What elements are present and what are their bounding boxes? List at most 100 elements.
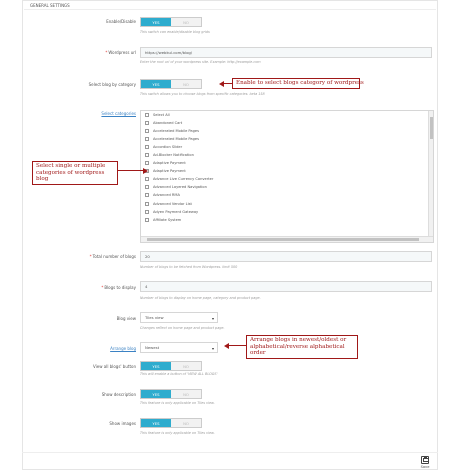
category-label: Adaptive Payment bbox=[153, 161, 186, 166]
category-item[interactable]: Select All bbox=[141, 111, 433, 119]
category-item[interactable]: Adyen Payment Gateway bbox=[141, 208, 433, 216]
callout-select-arrowhead bbox=[143, 167, 148, 174]
blog-view-label: Blog view bbox=[116, 316, 136, 321]
category-checkbox[interactable] bbox=[145, 193, 149, 198]
enable-toggle[interactable]: YES NO bbox=[140, 17, 202, 27]
select-by-cat-no[interactable]: NO bbox=[171, 80, 201, 88]
category-label: Accelerated Mobile Pages bbox=[153, 137, 199, 142]
blogs-display-label-text: Blogs to display bbox=[104, 285, 136, 290]
category-item[interactable]: Ad-Blocker Notification bbox=[141, 151, 433, 159]
show-images-label: Show images bbox=[109, 421, 136, 426]
category-label: Accordion Slider bbox=[153, 145, 183, 150]
enable-no[interactable]: NO bbox=[171, 18, 201, 26]
callout-select-categories: Select single or multiple categories of … bbox=[32, 161, 118, 185]
category-checkbox[interactable] bbox=[145, 217, 149, 222]
category-checkbox[interactable] bbox=[145, 113, 149, 118]
enable-yes[interactable]: YES bbox=[141, 18, 171, 26]
category-checkbox[interactable] bbox=[145, 145, 149, 150]
category-checkbox[interactable] bbox=[145, 185, 149, 190]
category-item[interactable]: Affiliate System bbox=[141, 216, 433, 224]
show-description-yes[interactable]: YES bbox=[141, 390, 171, 398]
callout-enable-arrow bbox=[223, 83, 232, 85]
blogs-display-help: Number of blogs to display on home page,… bbox=[140, 296, 261, 300]
blog-view-help: Changes reflect on home page and product… bbox=[140, 326, 225, 330]
save-button[interactable]: Save bbox=[416, 454, 434, 470]
total-blogs-input[interactable]: 20 bbox=[140, 251, 432, 262]
callout-arrange-arrow bbox=[228, 345, 246, 347]
save-label: Save bbox=[420, 464, 430, 469]
blogs-display-label: *Blogs to display bbox=[101, 285, 136, 290]
category-label: Advanced Vendor List bbox=[153, 201, 192, 206]
arrange-blog-select[interactable]: Newest ▾ bbox=[140, 342, 218, 353]
view-all-yes[interactable]: YES bbox=[141, 362, 171, 370]
total-blogs-label: *Total number of blogs bbox=[89, 254, 136, 259]
footer-divider bbox=[22, 452, 438, 453]
category-label: Advanced Layered Navigation bbox=[153, 185, 207, 190]
horizontal-scroll-thumb[interactable] bbox=[147, 238, 419, 241]
category-checkbox[interactable] bbox=[145, 201, 149, 206]
heading-divider bbox=[24, 9, 436, 10]
category-label: Adyen Payment Gateway bbox=[153, 209, 199, 214]
category-checkbox[interactable] bbox=[145, 137, 149, 142]
arrange-blog-caret-icon: ▾ bbox=[211, 346, 214, 351]
category-checkbox[interactable] bbox=[145, 129, 149, 134]
select-by-cat-label: Select blog by category bbox=[88, 82, 136, 87]
category-item[interactable]: Accordion Slider bbox=[141, 143, 433, 151]
show-description-toggle[interactable]: YES NO bbox=[140, 389, 202, 399]
wp-url-label: *Wordpress url bbox=[105, 50, 136, 55]
categories-items: Select All Abandoned Cart Accelerated Mobi… bbox=[141, 111, 433, 224]
view-all-no[interactable]: NO bbox=[171, 362, 201, 370]
select-by-cat-yes[interactable]: YES bbox=[141, 80, 171, 88]
total-blogs-help: Number of blogs to be fetched from Wordp… bbox=[140, 265, 238, 269]
category-label: Adaptive Payment bbox=[153, 169, 186, 174]
categories-horizontal-scrollbar[interactable] bbox=[141, 236, 433, 242]
category-label: Abandoned Cart bbox=[153, 121, 183, 126]
view-all-label: View all blogs' button bbox=[93, 364, 136, 369]
category-item[interactable]: Accelerated Mobile Pages bbox=[141, 127, 433, 135]
callout-select-arrow bbox=[118, 170, 144, 172]
category-item[interactable]: Abandoned Cart bbox=[141, 119, 433, 127]
category-label: Advance Live Currency Converter bbox=[153, 177, 214, 182]
category-checkbox[interactable] bbox=[145, 209, 149, 214]
save-icon bbox=[421, 455, 429, 464]
category-item[interactable]: Advanced Vendor List bbox=[141, 200, 433, 208]
wp-url-label-text: Wordpress url bbox=[108, 50, 136, 55]
total-blogs-label-text: Total number of blogs bbox=[92, 254, 136, 259]
category-item[interactable]: Advanced Layered Navigation bbox=[141, 183, 433, 191]
category-checkbox[interactable] bbox=[145, 177, 149, 182]
category-item[interactable]: Advanced RMA bbox=[141, 191, 433, 199]
panel-heading: GENERAL SETTINGS bbox=[30, 3, 70, 8]
blogs-display-input[interactable]: 4 bbox=[140, 281, 432, 292]
show-images-no[interactable]: NO bbox=[171, 419, 201, 427]
show-images-help: This feature is only applicable on Tiles… bbox=[140, 431, 215, 435]
wp-url-input[interactable]: https://webkul.com/blog/ bbox=[140, 47, 432, 58]
categories-list[interactable]: Select All Abandoned Cart Accelerated Mobi… bbox=[140, 110, 434, 243]
callout-arrange-blogs: Arrange blogs in newest/oldest or alphab… bbox=[246, 335, 358, 359]
blog-view-value: Tiles view bbox=[145, 315, 164, 320]
category-checkbox[interactable] bbox=[145, 153, 149, 158]
wp-url-help: Enter the root url of your wordpress sit… bbox=[140, 60, 261, 64]
enable-help: This switch can enable/disable blog grid… bbox=[140, 30, 210, 34]
category-label: Accelerated Mobile Pages bbox=[153, 129, 199, 134]
category-label: Affiliate System bbox=[153, 217, 182, 222]
show-images-yes[interactable]: YES bbox=[141, 419, 171, 427]
category-item[interactable]: Advance Live Currency Converter bbox=[141, 175, 433, 183]
view-all-toggle[interactable]: YES NO bbox=[140, 361, 202, 371]
show-description-no[interactable]: NO bbox=[171, 390, 201, 398]
select-by-cat-toggle[interactable]: YES NO bbox=[140, 79, 202, 89]
view-all-help: This will enable a button of 'VIEW ALL B… bbox=[140, 372, 218, 376]
category-item[interactable]: Accelerated Mobile Pages bbox=[141, 135, 433, 143]
category-checkbox[interactable] bbox=[145, 161, 149, 166]
category-checkbox[interactable] bbox=[145, 121, 149, 126]
show-images-toggle[interactable]: YES NO bbox=[140, 418, 202, 428]
blog-view-caret-icon: ▾ bbox=[211, 316, 214, 321]
categories-vertical-scrollbar[interactable] bbox=[428, 111, 433, 236]
enable-label: Enable/Disable bbox=[106, 19, 136, 24]
category-item[interactable]: Adaptive Payment bbox=[141, 167, 433, 175]
select-by-cat-help: This switch allows you to choose blogs f… bbox=[140, 92, 265, 96]
category-item[interactable]: Adaptive Payment bbox=[141, 159, 433, 167]
vertical-scroll-thumb[interactable] bbox=[429, 117, 433, 139]
category-label: Ad-Blocker Notification bbox=[153, 153, 194, 158]
blog-view-select[interactable]: Tiles view ▾ bbox=[140, 312, 218, 323]
show-description-label: Show description bbox=[101, 392, 136, 397]
